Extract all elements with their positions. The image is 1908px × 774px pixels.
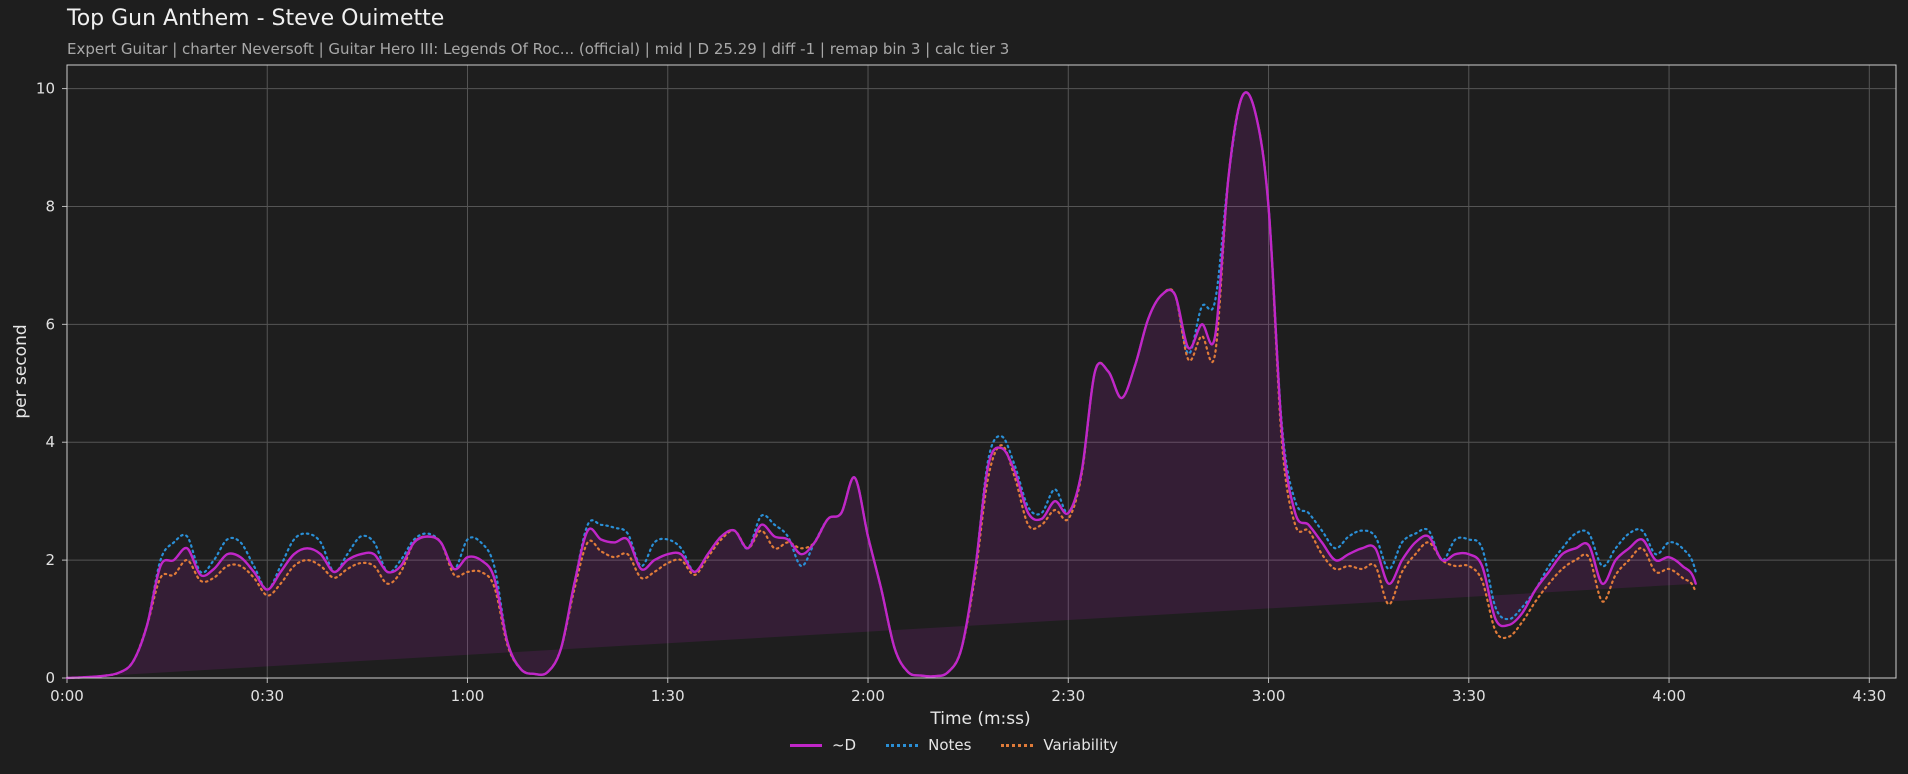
legend-swatch-notes <box>886 743 919 747</box>
legend-label-notes: Notes <box>928 736 972 754</box>
y-tick-label: 0 <box>45 669 55 687</box>
legend-item-notes: Notes <box>886 736 971 754</box>
x-tick-label: 0:30 <box>250 687 284 705</box>
y-tick-label: 10 <box>36 80 55 98</box>
y-tick-label: 2 <box>45 551 55 569</box>
x-tick-label: 4:30 <box>1852 687 1886 705</box>
legend-item-variability: Variability <box>1001 736 1118 754</box>
y-axis-label: per second <box>11 324 31 418</box>
x-axis-label: Time (m:ss) <box>929 709 1030 729</box>
legend: ~D Notes Variability <box>0 736 1908 754</box>
x-tick-label: 1:00 <box>451 687 485 705</box>
legend-label-d: ~D <box>831 736 857 754</box>
legend-label-variability: Variability <box>1043 736 1119 754</box>
y-tick-label: 6 <box>45 315 55 333</box>
line-chart: 0:00 0:30 1:00 1:30 2:00 2:30 3:00 3:30 4:00 4:30… <box>11 64 1897 729</box>
x-tick-label: 2:00 <box>851 687 885 705</box>
legend-item-d: ~D <box>789 736 857 754</box>
x-tick-label: 0:00 <box>50 687 84 705</box>
legend-swatch-d <box>789 743 822 747</box>
y-tick-label: 8 <box>45 197 55 215</box>
x-tick-label: 1:30 <box>651 687 685 705</box>
x-tick-label: 3:00 <box>1252 687 1286 705</box>
x-tick-label: 3:30 <box>1452 687 1486 705</box>
legend-swatch-variability <box>1001 743 1034 747</box>
x-tick-label: 2:30 <box>1051 687 1085 705</box>
y-tick-label: 4 <box>45 433 55 451</box>
x-tick-label: 4:00 <box>1652 687 1686 705</box>
